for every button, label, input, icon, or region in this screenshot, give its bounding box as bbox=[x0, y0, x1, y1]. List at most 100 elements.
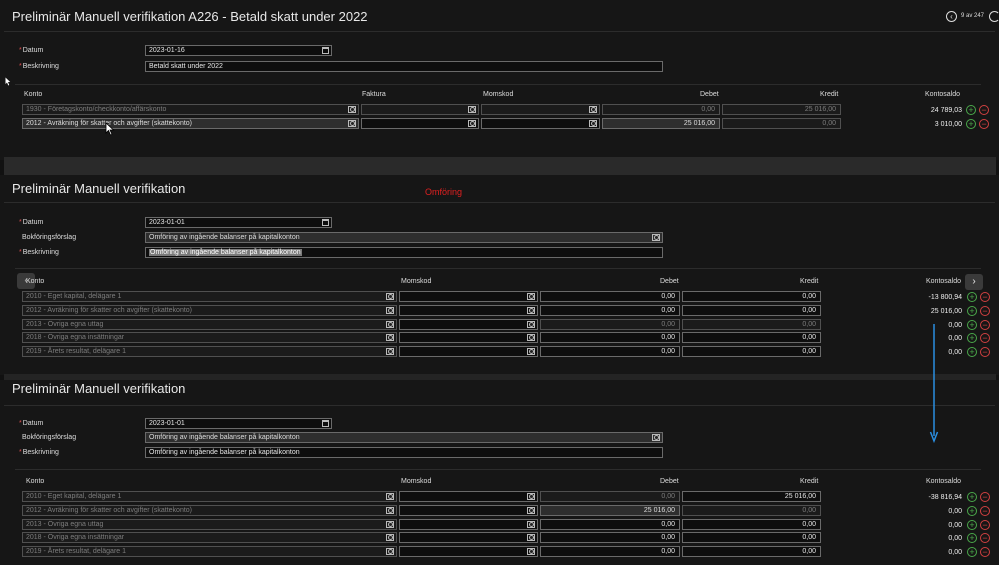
add-row-icon[interactable]: + bbox=[967, 292, 977, 302]
lookup-icon[interactable] bbox=[386, 320, 394, 328]
datum-field[interactable]: 2023-01-16 bbox=[145, 45, 332, 56]
lookup-icon[interactable] bbox=[386, 548, 394, 556]
konto-field[interactable]: 1930 - Företagskonto/checkkonto/affärsko… bbox=[22, 104, 359, 115]
lookup-icon[interactable] bbox=[527, 320, 535, 328]
remove-row-icon[interactable]: − bbox=[980, 347, 990, 358]
debet-field[interactable]: 0,00 bbox=[540, 346, 680, 358]
lookup-icon[interactable] bbox=[348, 120, 356, 127]
konto-field[interactable]: 2010 - Eget kapital, delägare 1 bbox=[22, 291, 397, 302]
lookup-icon[interactable] bbox=[468, 106, 476, 113]
konto-field[interactable]: 2013 - Övriga egna uttag bbox=[22, 318, 397, 330]
remove-row-icon[interactable]: − bbox=[980, 533, 990, 544]
debet-field[interactable]: 0,00 bbox=[540, 332, 680, 344]
lookup-icon[interactable] bbox=[652, 234, 660, 241]
lookup-icon[interactable] bbox=[527, 548, 535, 556]
kredit-field[interactable]: 0,00 bbox=[722, 118, 841, 129]
remove-row-icon[interactable]: − bbox=[980, 547, 990, 558]
datum-field[interactable]: 2023-01-01 bbox=[145, 418, 332, 429]
kredit-field[interactable]: 0,00 bbox=[682, 332, 821, 344]
add-row-icon[interactable]: + bbox=[967, 492, 977, 502]
debet-field[interactable]: 25 016,00 bbox=[602, 118, 720, 129]
momskod-field[interactable] bbox=[399, 504, 538, 516]
kredit-field[interactable]: 0,00 bbox=[682, 518, 821, 530]
debet-field[interactable]: 0,00 bbox=[540, 532, 680, 544]
lookup-icon[interactable] bbox=[527, 348, 535, 356]
debet-field[interactable]: 0,00 bbox=[540, 491, 680, 502]
momskod-field[interactable] bbox=[399, 546, 538, 558]
kredit-field[interactable]: 0,00 bbox=[682, 546, 821, 558]
remove-row-icon[interactable]: − bbox=[980, 492, 990, 502]
remove-row-icon[interactable]: − bbox=[980, 292, 990, 302]
next-icon[interactable] bbox=[989, 11, 999, 22]
kredit-field[interactable]: 0,00 bbox=[682, 504, 821, 516]
faktura-field[interactable] bbox=[361, 118, 479, 129]
debet-field[interactable]: 25 016,00 bbox=[540, 504, 680, 516]
add-row-icon[interactable]: + bbox=[967, 533, 977, 544]
remove-row-icon[interactable]: − bbox=[980, 333, 990, 344]
remove-row-icon[interactable]: − bbox=[980, 519, 990, 530]
momskod-field[interactable] bbox=[399, 332, 538, 344]
lookup-icon[interactable] bbox=[589, 106, 597, 113]
beskrivning-field[interactable]: Omföring av ingående balanser på kapital… bbox=[145, 247, 663, 258]
momskod-field[interactable] bbox=[399, 318, 538, 330]
add-row-icon[interactable]: + bbox=[967, 333, 977, 344]
momskod-field[interactable] bbox=[399, 346, 538, 358]
previous-icon[interactable]: ‹ bbox=[946, 11, 957, 22]
add-row-icon[interactable]: + bbox=[966, 119, 976, 129]
momskod-field[interactable] bbox=[481, 118, 600, 129]
beskrivning-field[interactable]: Omföring av ingående balanser på kapital… bbox=[145, 447, 663, 458]
konto-field[interactable]: 2010 - Eget kapital, delägare 1 bbox=[22, 491, 397, 502]
lookup-icon[interactable] bbox=[527, 506, 535, 514]
kredit-field[interactable]: 0,00 bbox=[682, 304, 821, 316]
lookup-icon[interactable] bbox=[386, 520, 394, 528]
konto-field[interactable]: 2012 - Avräkning för skatter och avgifte… bbox=[22, 504, 397, 516]
add-row-icon[interactable]: + bbox=[967, 519, 977, 530]
debet-field[interactable]: 0,00 bbox=[602, 104, 720, 115]
debet-field[interactable]: 0,00 bbox=[540, 518, 680, 530]
konto-field[interactable]: 2013 - Övriga egna uttag bbox=[22, 518, 397, 530]
momskod-field[interactable] bbox=[399, 304, 538, 316]
add-row-icon[interactable]: + bbox=[967, 305, 977, 316]
lookup-icon[interactable] bbox=[386, 534, 394, 542]
lookup-icon[interactable] bbox=[527, 520, 535, 528]
lookup-icon[interactable] bbox=[468, 120, 476, 127]
momskod-field[interactable] bbox=[481, 104, 600, 115]
debet-field[interactable]: 0,00 bbox=[540, 304, 680, 316]
debet-field[interactable]: 0,00 bbox=[540, 291, 680, 302]
lookup-icon[interactable] bbox=[386, 293, 394, 300]
konto-field[interactable]: 2012 - Avräkning för skatter och avgifte… bbox=[22, 118, 359, 129]
lookup-icon[interactable] bbox=[386, 348, 394, 356]
debet-field[interactable]: 0,00 bbox=[540, 318, 680, 330]
konto-field[interactable]: 2018 - Övriga egna insättningar bbox=[22, 532, 397, 544]
bokforingsforslag-field[interactable]: Omföring av ingående balanser på kapital… bbox=[145, 432, 663, 443]
remove-row-icon[interactable]: − bbox=[979, 105, 989, 115]
add-row-icon[interactable]: + bbox=[966, 105, 976, 115]
momskod-field[interactable] bbox=[399, 532, 538, 544]
remove-row-icon[interactable]: − bbox=[980, 505, 990, 516]
kredit-field[interactable]: 0,00 bbox=[682, 291, 821, 302]
konto-field[interactable]: 2018 - Övriga egna insättningar bbox=[22, 332, 397, 344]
faktura-field[interactable] bbox=[361, 104, 479, 115]
momskod-field[interactable] bbox=[399, 491, 538, 502]
lookup-icon[interactable] bbox=[527, 493, 535, 500]
lookup-icon[interactable] bbox=[386, 493, 394, 500]
kredit-field[interactable]: 25 016,00 bbox=[722, 104, 841, 115]
scroll-right-button[interactable]: › bbox=[965, 274, 983, 290]
calendar-icon[interactable] bbox=[322, 47, 329, 54]
bokforingsforslag-field[interactable]: Omföring av ingående balanser på kapital… bbox=[145, 232, 663, 243]
datum-field[interactable]: 2023-01-01 bbox=[145, 217, 332, 228]
add-row-icon[interactable]: + bbox=[967, 319, 977, 330]
kredit-field[interactable]: 25 016,00 bbox=[682, 491, 821, 502]
add-row-icon[interactable]: + bbox=[967, 347, 977, 358]
kredit-field[interactable]: 0,00 bbox=[682, 318, 821, 330]
konto-field[interactable]: 2012 - Avräkning för skatter och avgifte… bbox=[22, 304, 397, 316]
debet-field[interactable]: 0,00 bbox=[540, 546, 680, 558]
lookup-icon[interactable] bbox=[527, 306, 535, 314]
lookup-icon[interactable] bbox=[386, 506, 394, 514]
konto-field[interactable]: 2019 - Årets resultat, delägare 1 bbox=[22, 546, 397, 558]
momskod-field[interactable] bbox=[399, 291, 538, 302]
remove-row-icon[interactable]: − bbox=[979, 119, 989, 129]
lookup-icon[interactable] bbox=[652, 434, 660, 441]
calendar-icon[interactable] bbox=[322, 420, 329, 427]
lookup-icon[interactable] bbox=[348, 106, 356, 113]
